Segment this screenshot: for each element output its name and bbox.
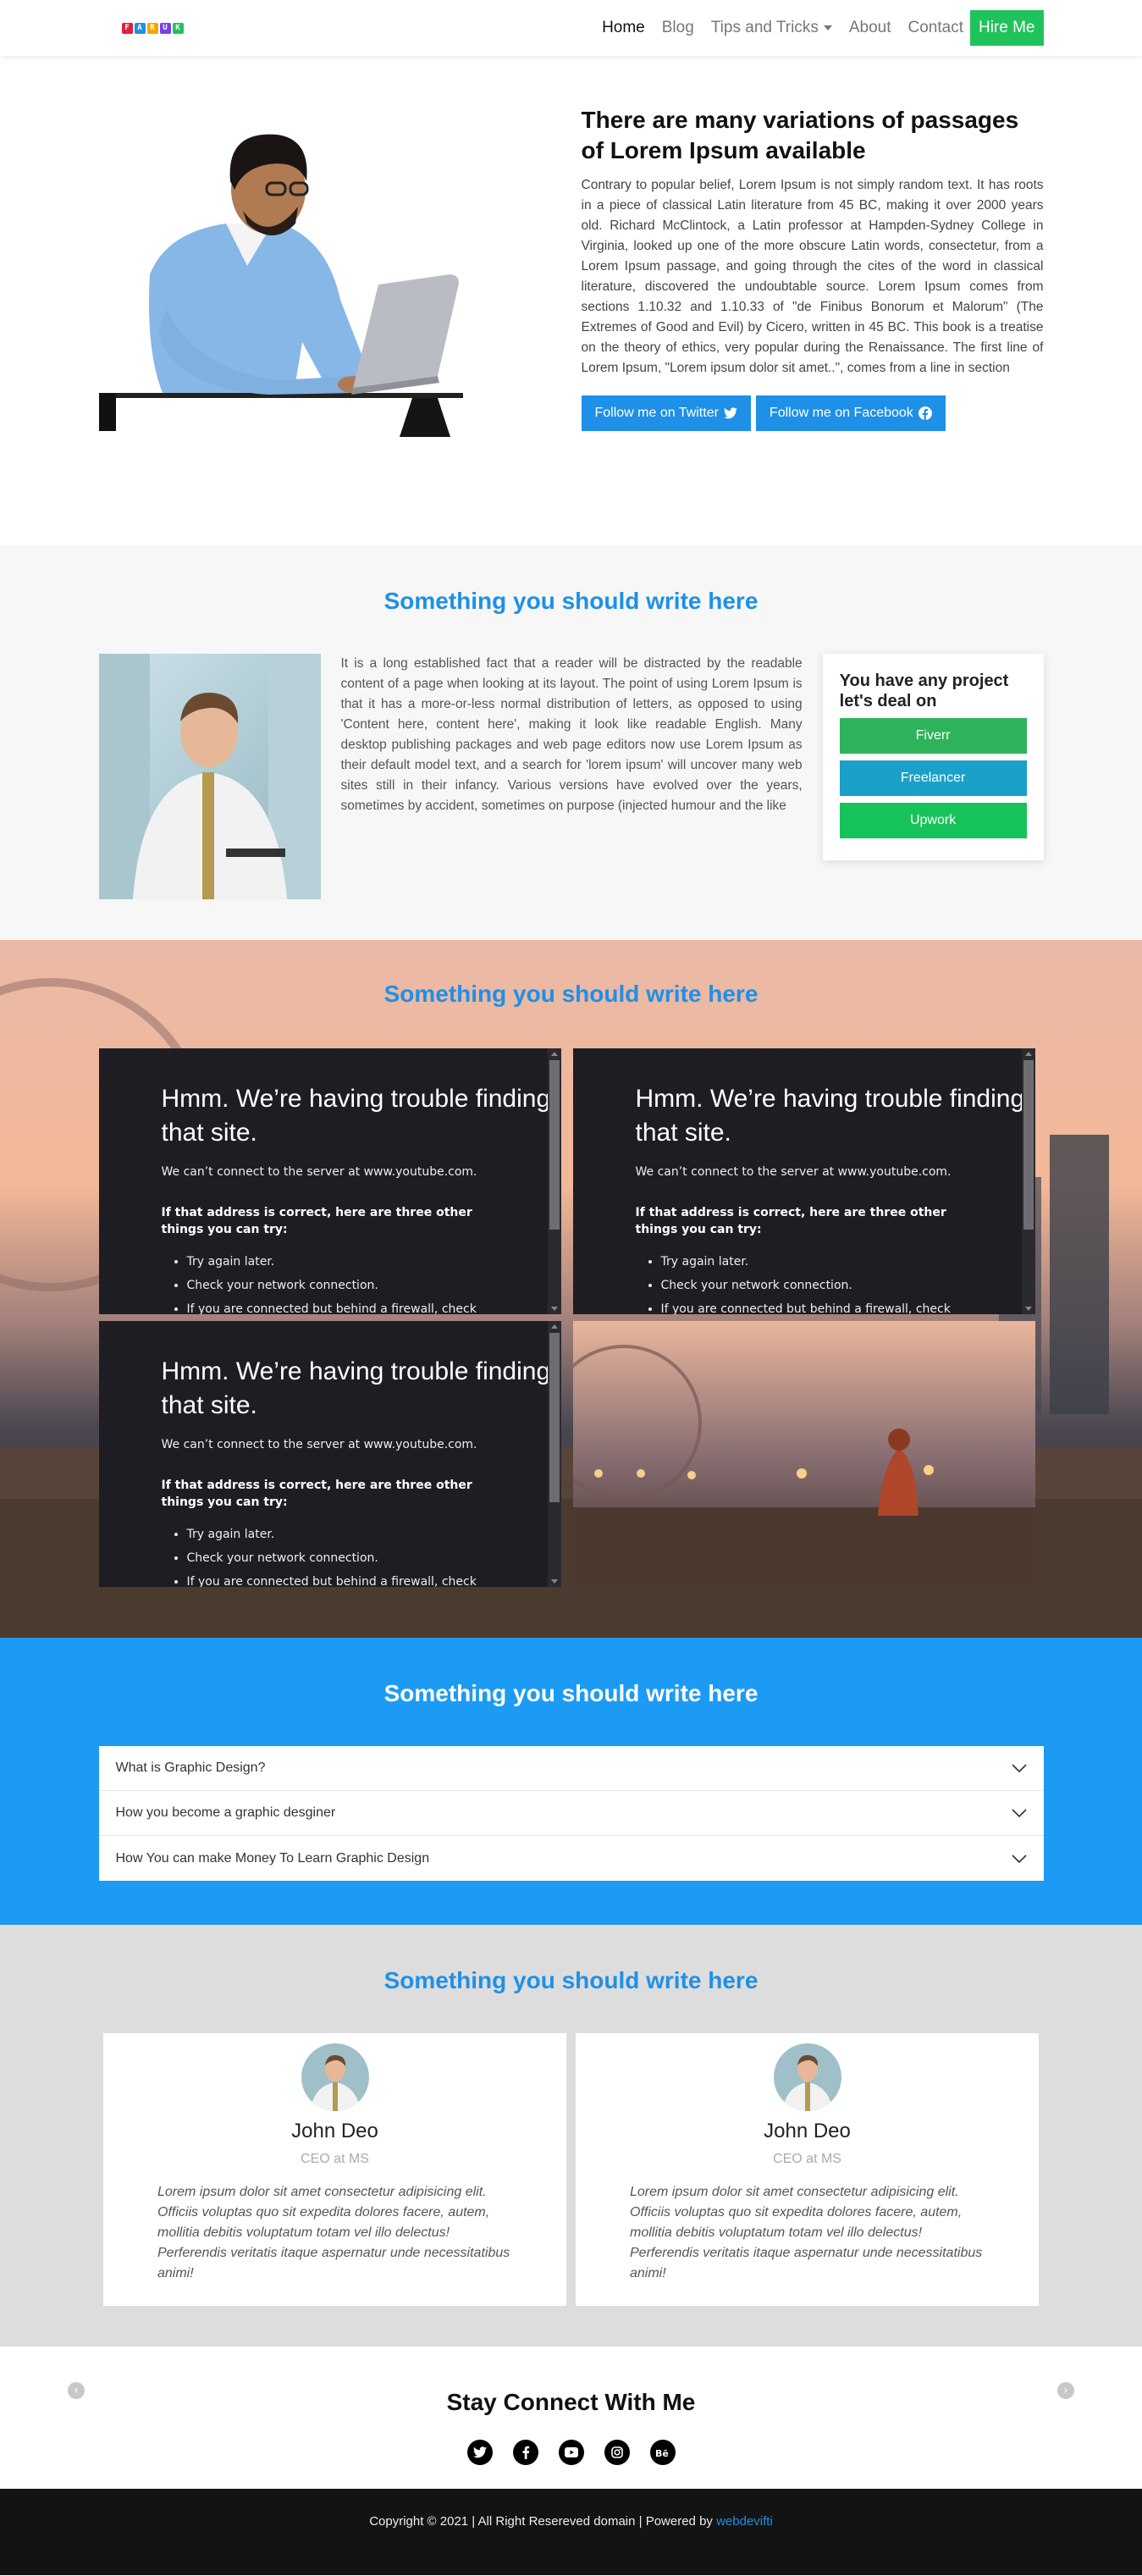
footer: Copyright © 2021 | All Right Resereved d… <box>0 2489 1142 2575</box>
upwork-button[interactable]: Upwork <box>839 803 1027 838</box>
error-suggestion: Try again later. <box>187 1523 561 1546</box>
faq-question: What is Graphic Design? <box>115 1761 266 1775</box>
chevron-down-icon <box>1011 1854 1027 1863</box>
error-title: Hmm. We’re having trouble finding that s… <box>161 1085 551 1147</box>
social-section: Stay Connect With Me Bē <box>0 2347 1142 2489</box>
twitter-icon <box>723 407 737 419</box>
error-suggestion: Try again later. <box>187 1250 561 1274</box>
nav-contact[interactable]: Contact <box>908 19 963 37</box>
faq-item[interactable]: How You can make Money To Learn Graphic … <box>99 1836 1044 1881</box>
youtube-icon[interactable] <box>558 2440 584 2465</box>
avatar <box>301 2043 369 2111</box>
follow-twitter-label: Follow me on Twitter <box>594 405 719 420</box>
twitter-icon[interactable] <box>466 2440 493 2465</box>
nav-tips-label: Tips and Tricks <box>710 19 819 36</box>
nav-about[interactable]: About <box>849 19 891 37</box>
hero-illustration <box>98 97 573 478</box>
logo-letter: R <box>146 22 158 34</box>
fiverr-button[interactable]: Fiverr <box>839 718 1027 754</box>
error-subtitle: We can’t connect to the server at www.yo… <box>161 1438 477 1451</box>
hero-title: There are many variations of passages of… <box>581 107 1019 164</box>
section-title: Something you should write here <box>383 1967 759 1993</box>
testimonial-role: CEO at MS <box>773 2152 841 2166</box>
testimonial-quote: Lorem ipsum dolor sit amet consectetur a… <box>630 2185 983 2280</box>
chevron-down-icon <box>1011 1764 1027 1772</box>
frame-scrollbar[interactable] <box>547 1048 561 1314</box>
about-section: Something you should write here It is a … <box>0 545 1142 940</box>
testimonial-card: John Deo CEO at MS Lorem ipsum dolor sit… <box>103 2033 566 2306</box>
error-suggestion: Try again later. <box>661 1250 1035 1274</box>
navbar: F A R U K Home Blog Tips and Tricks Abou… <box>0 0 1142 56</box>
faq-question: How you become a graphic desginer <box>115 1805 336 1820</box>
testimonial-role: CEO at MS <box>301 2152 369 2166</box>
error-suggestion-heading: If that address is correct, here are thr… <box>161 1206 472 1236</box>
error-suggestion: Check your network connection. <box>187 1546 561 1570</box>
avatar <box>773 2043 841 2111</box>
section-title: Something you should write here <box>383 981 759 1007</box>
facebook-icon <box>918 406 932 420</box>
faq-item[interactable]: How you become a graphic desginer <box>98 1791 1044 1836</box>
testimonial-name: John Deo <box>291 2120 378 2142</box>
faq-question: How You can make Money To Learn Graphic … <box>115 1850 430 1866</box>
embed-frame[interactable]: Hmm. We’re having trouble finding that s… <box>98 1321 561 1587</box>
logo-letter: K <box>172 22 184 34</box>
freelancer-button[interactable]: Freelancer <box>839 760 1027 796</box>
caret-down-icon <box>823 25 832 30</box>
gallery-section: Something you should write here Hmm. We’… <box>0 940 1142 1638</box>
carousel-prev-icon[interactable]: ‹ <box>68 2382 85 2399</box>
embed-frame[interactable]: Hmm. We’re having trouble finding that s… <box>572 1048 1035 1314</box>
chevron-down-icon <box>1011 1809 1027 1817</box>
section-title: Something you should write here <box>383 588 759 614</box>
error-title: Hmm. We’re having trouble finding that s… <box>161 1357 551 1419</box>
site-logo[interactable]: F A R U K <box>121 22 184 34</box>
faq-accordion: What is Graphic Design? How you become a… <box>98 1746 1044 1881</box>
section-title: Something you should write here <box>383 1680 759 1706</box>
facebook-icon[interactable] <box>512 2440 538 2465</box>
follow-twitter-button[interactable]: Follow me on Twitter <box>581 395 751 431</box>
hero-paragraph: Contrary to popular belief, Lorem Ipsum … <box>581 177 1044 375</box>
error-suggestion: Check your network connection. <box>187 1274 561 1297</box>
error-suggestion: If you are connected but behind a firewa… <box>661 1297 1035 1314</box>
error-suggestion-heading: If that address is correct, here are thr… <box>635 1206 946 1236</box>
testimonials-section: Something you should write here John Deo… <box>0 1925 1142 2399</box>
footer-copyright: Copyright © 2021 | All Right Resereved d… <box>369 2514 713 2529</box>
error-title: Hmm. We’re having trouble finding that s… <box>635 1085 1025 1147</box>
nav-tips-dropdown[interactable]: Tips and Tricks <box>711 19 832 37</box>
deal-card: You have any project let's deal on Fiver… <box>822 654 1044 860</box>
error-subtitle: We can’t connect to the server at www.yo… <box>635 1165 952 1179</box>
deal-title: You have any project let's deal on <box>839 672 1009 710</box>
carousel-next-icon[interactable]: › <box>1057 2382 1074 2399</box>
hire-me-button[interactable]: Hire Me <box>969 10 1044 46</box>
logo-letter: A <box>134 22 146 34</box>
footer-credit-link[interactable]: webdevifti <box>716 2514 773 2529</box>
about-paragraph: It is a long established fact that a rea… <box>340 656 803 813</box>
error-suggestion: If you are connected but behind a firewa… <box>187 1570 561 1587</box>
social-title: Stay Connect With Me <box>446 2389 696 2415</box>
gallery-photo <box>572 1321 1035 1587</box>
error-suggestion: If you are connected but behind a firewa… <box>187 1297 561 1314</box>
faq-item[interactable]: What is Graphic Design? <box>98 1746 1044 1791</box>
nav-home[interactable]: Home <box>602 19 645 37</box>
faq-section: Something you should write here What is … <box>0 1638 1142 1925</box>
testimonial-quote: Lorem ipsum dolor sit amet consectetur a… <box>157 2185 510 2280</box>
profile-photo <box>98 654 321 899</box>
behance-icon[interactable]: Bē <box>649 2440 676 2465</box>
error-suggestion-heading: If that address is correct, here are thr… <box>161 1479 472 1509</box>
nav-blog[interactable]: Blog <box>662 19 694 37</box>
embed-frame[interactable]: Hmm. We’re having trouble finding that s… <box>98 1048 561 1314</box>
frame-scrollbar[interactable] <box>1021 1048 1035 1314</box>
follow-facebook-button[interactable]: Follow me on Facebook <box>755 395 946 431</box>
testimonial-name: John Deo <box>764 2120 851 2142</box>
instagram-icon[interactable] <box>604 2440 630 2465</box>
frame-scrollbar[interactable] <box>547 1321 561 1587</box>
svg-text:Bē: Bē <box>655 2448 669 2457</box>
error-subtitle: We can’t connect to the server at www.yo… <box>161 1165 477 1179</box>
hero-section: There are many variations of passages of… <box>0 56 1142 545</box>
error-suggestion: Check your network connection. <box>661 1274 1035 1297</box>
logo-letter: U <box>159 22 171 34</box>
testimonial-card: John Deo CEO at MS Lorem ipsum dolor sit… <box>576 2033 1039 2306</box>
follow-facebook-label: Follow me on Facebook <box>769 405 913 420</box>
logo-letter: F <box>121 22 133 34</box>
